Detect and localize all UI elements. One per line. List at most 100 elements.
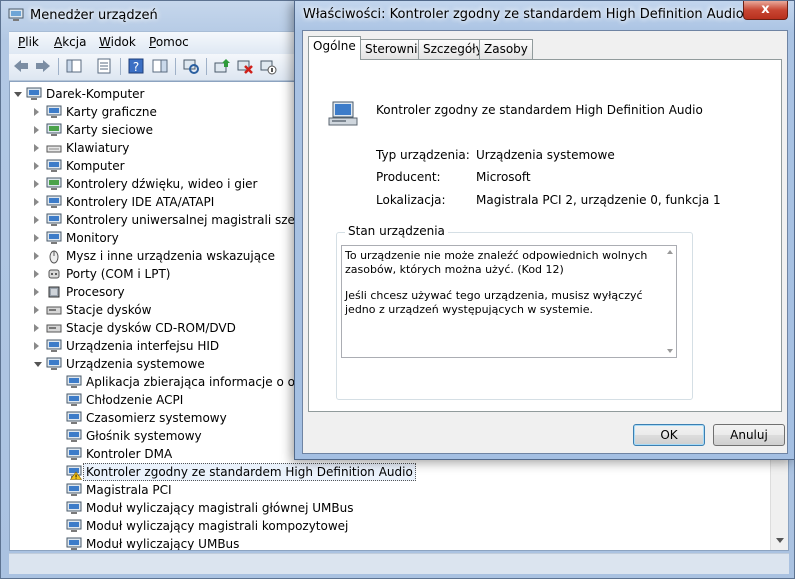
status-bar: [9, 553, 789, 574]
expand-arrow-icon[interactable]: [34, 180, 39, 188]
tree-node-label: Kontroler zgodny ze standardem High Defi…: [83, 463, 416, 481]
expand-arrow-icon[interactable]: [34, 324, 39, 332]
dialog-title: Właściwości: Kontroler zgodny ze standar…: [303, 7, 744, 22]
tree-node-label: Urządzenia systemowe: [66, 357, 205, 371]
tree-node-label: Klawiatury: [66, 141, 130, 155]
system-device-icon: [66, 374, 82, 390]
computer-device-icon: [46, 158, 62, 174]
expand-arrow-icon[interactable]: [34, 198, 39, 206]
system-device-icon: [66, 536, 82, 550]
manufacturer-value: Microsoft: [476, 170, 531, 184]
hid-device-icon: [46, 338, 62, 354]
manufacturer-label: Producent:: [376, 170, 441, 184]
tree-node-label: Darek-Komputer: [46, 87, 145, 101]
expand-arrow-icon[interactable]: [34, 288, 39, 296]
menu-view-rest: idok: [110, 35, 136, 49]
disable-device-icon[interactable]: [259, 57, 277, 75]
close-button[interactable]: x: [743, 1, 788, 20]
menu-help[interactable]: Pomoc: [149, 35, 189, 49]
uninstall-device-icon[interactable]: [236, 57, 254, 75]
cancel-button[interactable]: Anuluj: [713, 424, 785, 446]
expand-arrow-icon[interactable]: [34, 108, 39, 116]
tab-details[interactable]: Szczegóły: [418, 39, 488, 59]
device-type-value: Urządzenia systemowe: [476, 148, 615, 162]
mouse-device-icon: [46, 248, 62, 264]
tree-node-label: Chłodzenie ACPI: [86, 393, 184, 407]
device-manager-titlebar[interactable]: Menedżer urządzeń: [1, 1, 301, 31]
device-status-legend: Stan urządzenia: [345, 224, 448, 238]
close-icon: x: [761, 2, 770, 17]
tree-node-label: Karty sieciowe: [66, 123, 154, 137]
expand-arrow-icon[interactable]: [34, 270, 39, 278]
computer-device-icon: [26, 86, 42, 102]
expand-arrow-icon[interactable]: [34, 252, 39, 260]
system-device-icon: [66, 392, 82, 408]
collapse-arrow-icon[interactable]: [34, 362, 42, 367]
properties-sheet-icon[interactable]: [95, 57, 113, 75]
monitor-device-icon: [46, 230, 62, 246]
tree-node-label: Czasomierz systemowy: [86, 411, 227, 425]
expand-arrow-icon[interactable]: [34, 234, 39, 242]
action-pane-icon[interactable]: [151, 57, 169, 75]
menu-view[interactable]: Widok: [99, 35, 136, 49]
device-status-textbox[interactable]: To urządzenie nie może znaleźć odpowiedn…: [341, 245, 677, 358]
tab-general-label: Ogólne: [313, 39, 356, 53]
forward-arrow-icon[interactable]: [34, 57, 52, 75]
keyboard-device-icon: [46, 140, 62, 156]
toolbar-separator: [120, 58, 121, 75]
scroll-down-arrow-icon[interactable]: [667, 349, 673, 353]
menu-action[interactable]: Akcja: [54, 35, 86, 49]
scroll-up-arrow-icon[interactable]: [667, 250, 673, 254]
system-device-icon: [66, 410, 82, 426]
tree-node-label: Porty (COM i LPT): [66, 267, 171, 281]
show-hide-console-tree-icon[interactable]: [65, 57, 83, 75]
system-device-icon: [66, 482, 82, 498]
ok-button-label: OK: [660, 428, 678, 442]
menu-action-rest: kcja: [62, 35, 87, 49]
tree-node-label: Urządzenia interfejsu HID: [66, 339, 220, 353]
menu-file[interactable]: Plik: [18, 35, 39, 49]
help-icon[interactable]: ?: [127, 57, 145, 75]
tree-node-label: Moduł wyliczający magistrali głównej UMB…: [86, 501, 354, 515]
tree-node-label: Kontrolery dźwięku, wideo i gier: [66, 177, 258, 191]
tab-details-label: Szczegóły: [423, 42, 483, 56]
collapse-arrow-icon[interactable]: [14, 92, 22, 97]
tab-driver-label: Sterownik: [365, 42, 425, 56]
tree-node-label: Karty graficzne: [66, 105, 157, 119]
general-tab-panel: Kontroler zgodny ze standardem High Defi…: [308, 59, 782, 412]
tree-node-label: Aplikacja zbierająca informacje o oprog: [86, 375, 323, 389]
update-driver-icon[interactable]: [213, 57, 231, 75]
toolbar-separator: [58, 58, 59, 75]
expand-arrow-icon[interactable]: [34, 162, 39, 170]
ide-device-icon: [46, 194, 62, 210]
scroll-down-arrow-icon[interactable]: [774, 534, 786, 546]
audio-device-icon: [46, 176, 62, 192]
tab-resources[interactable]: Zasoby: [479, 39, 533, 59]
back-arrow-icon[interactable]: [12, 57, 30, 75]
expand-arrow-icon[interactable]: [34, 126, 39, 134]
tab-resources-label: Zasoby: [484, 42, 528, 56]
cpu-device-icon: [46, 284, 62, 300]
ok-button[interactable]: OK: [633, 424, 705, 446]
dialog-body: Ogólne Sterownik Szczegóły Zasoby Kontro…: [302, 30, 788, 454]
menu-action-accel: A: [54, 35, 63, 49]
svg-text:?: ?: [133, 60, 139, 74]
expand-arrow-icon[interactable]: [34, 216, 39, 224]
system-device-icon: [46, 356, 62, 372]
expand-arrow-icon[interactable]: [34, 342, 39, 350]
expand-arrow-icon[interactable]: [34, 306, 39, 314]
scan-hardware-icon[interactable]: [182, 57, 200, 75]
system-device-icon: [66, 428, 82, 444]
device-manager-title: Menedżer urządzeń: [30, 8, 158, 23]
cdrom-device-icon: [46, 320, 62, 336]
tree-node-label: Procesory: [66, 285, 125, 299]
device-icon: [328, 101, 358, 126]
tree-node-label: Stacje dysków: [66, 303, 152, 317]
menu-help-accel: P: [149, 35, 156, 49]
device-type-label: Typ urządzenia:: [376, 148, 470, 162]
tree-node-label: Magistrala PCI: [86, 483, 172, 497]
tab-general[interactable]: Ogólne: [308, 36, 361, 60]
device-manager-app-icon: [8, 8, 24, 21]
tree-node-label: Stacje dysków CD-ROM/DVD: [66, 321, 236, 335]
expand-arrow-icon[interactable]: [34, 144, 39, 152]
